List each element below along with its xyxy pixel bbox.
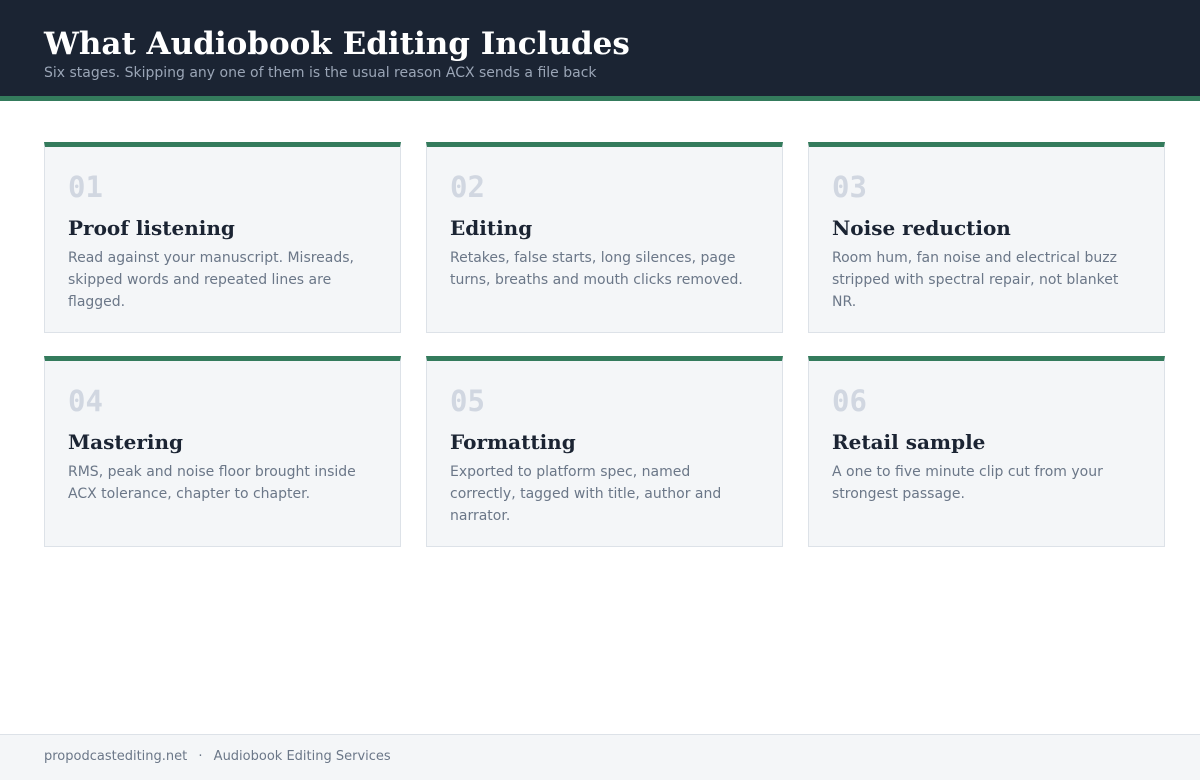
stage-card-editing: 02 Editing Retakes, false starts, long s… — [426, 142, 783, 333]
stage-title: Mastering — [68, 430, 183, 454]
footer-label: Audiobook Editing Services — [213, 749, 391, 764]
stage-description: Room hum, fan noise and electrical buzz … — [832, 250, 1119, 310]
stage-description: A one to five minute clip cut from your … — [832, 464, 1103, 502]
stage-card-retail-sample: 06 Retail sample A one to five minute cl… — [808, 356, 1165, 547]
page-header: What Audiobook Editing Includes Six stag… — [0, 0, 1200, 101]
stage-number: 04 — [68, 384, 103, 418]
page-subtitle: Six stages. Skipping any one of them is … — [44, 65, 597, 81]
stage-card-proof-listening: 01 Proof listening Read against your man… — [44, 142, 401, 333]
stage-title: Proof listening — [68, 216, 235, 240]
stage-card-mastering: 04 Mastering RMS, peak and noise floor b… — [44, 356, 401, 547]
stage-number: 03 — [832, 170, 867, 204]
footer-separator: · — [198, 749, 203, 764]
stage-card-noise-reduction: 03 Noise reduction Room hum, fan noise a… — [808, 142, 1165, 333]
stage-description: Read against your manuscript. Misreads, … — [68, 250, 355, 310]
stage-title: Noise reduction — [832, 216, 1011, 240]
stage-description: RMS, peak and noise floor brought inside… — [68, 464, 356, 502]
stage-number: 01 — [68, 170, 103, 204]
stage-title: Editing — [450, 216, 533, 240]
footer-site-link[interactable]: propodcastediting.net — [44, 749, 187, 764]
stage-number: 05 — [450, 384, 485, 418]
stage-number: 02 — [450, 170, 485, 204]
stage-title: Formatting — [450, 430, 576, 454]
stage-description: Retakes, false starts, long silences, pa… — [450, 250, 743, 288]
stage-description: Exported to platform spec, named correct… — [450, 464, 722, 524]
page-footer: propodcastediting.net · Audiobook Editin… — [0, 734, 1200, 780]
page-title: What Audiobook Editing Includes — [44, 26, 630, 62]
stage-number: 06 — [832, 384, 867, 418]
stage-card-formatting: 05 Formatting Exported to platform spec,… — [426, 356, 783, 547]
stages-grid: 01 Proof listening Read against your man… — [44, 142, 1165, 547]
stage-title: Retail sample — [832, 430, 986, 454]
